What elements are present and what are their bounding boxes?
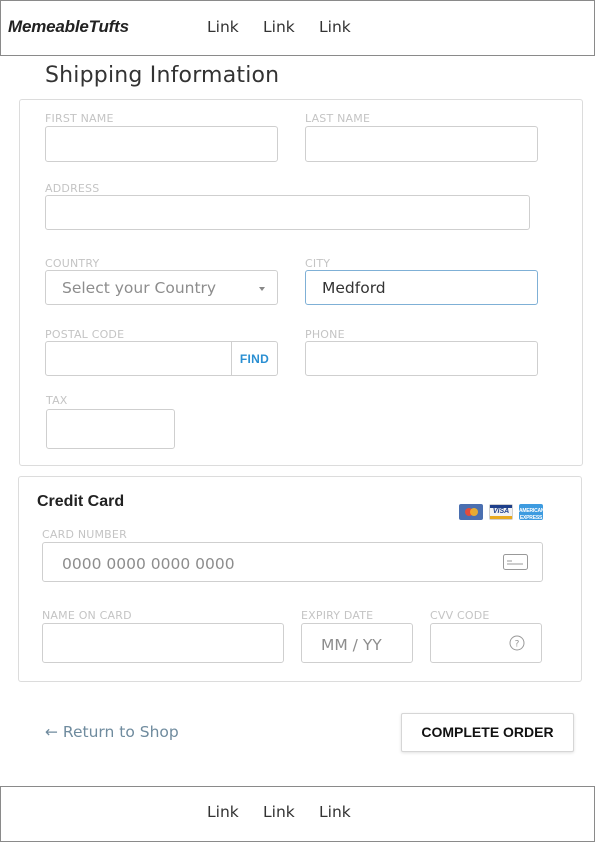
address-label: ADDRESS [45,182,100,195]
visa-icon: VISA [489,504,513,520]
brand-logo[interactable]: MemeableTufts [8,17,129,37]
chevron-down-icon [259,287,265,291]
expiry-date-label: EXPIRY DATE [301,609,374,622]
country-select-placeholder: Select your Country [62,279,217,297]
name-on-card-field[interactable] [42,623,284,663]
address-field[interactable] [45,195,530,230]
first-name-field[interactable] [45,126,278,162]
country-select[interactable]: Select your Country [45,270,278,305]
card-number-field[interactable]: 0000 0000 0000 0000 [42,542,543,582]
nav-link-1[interactable]: Link [207,18,239,36]
credit-card-icon [503,554,528,570]
credit-card-panel: Credit Card VISA AMERICAN EXPRESS CARD N… [18,476,582,682]
nav-link-3[interactable]: Link [319,18,351,36]
city-field[interactable]: Medford [305,270,538,305]
shipping-card: FIRST NAME LAST NAME ADDRESS COUNTRY Sel… [19,99,583,466]
footer-link-3[interactable]: Link [319,803,351,821]
tax-label: TAX [46,394,68,407]
credit-card-title: Credit Card [37,493,125,510]
phone-label: PHONE [305,328,345,341]
postal-code-field[interactable]: FIND [45,341,278,376]
nav-link-2[interactable]: Link [263,18,295,36]
cvv-code-field[interactable]: ? [430,623,542,663]
footer-link-1[interactable]: Link [207,803,239,821]
find-button[interactable]: FIND [231,342,277,375]
card-number-label: CARD NUMBER [42,528,127,541]
last-name-label: LAST NAME [305,112,371,125]
country-label: COUNTRY [45,257,100,270]
card-number-placeholder: 0000 0000 0000 0000 [62,555,235,573]
expiry-date-field[interactable]: MM / YY [301,623,413,663]
first-name-label: FIRST NAME [45,112,114,125]
top-navbar: MemeableTufts Link Link Link [0,0,595,56]
tax-field[interactable] [46,409,175,449]
amex-icon: AMERICAN EXPRESS [519,504,545,521]
page-title: Shipping Information [45,63,280,88]
expiry-date-placeholder: MM / YY [321,636,382,654]
return-to-shop-link[interactable]: ← Return to Shop [45,723,179,741]
name-on-card-label: NAME ON CARD [42,609,132,622]
complete-order-button[interactable]: COMPLETE ORDER [401,713,574,752]
mastercard-icon [459,504,483,520]
footer: Link Link Link [0,786,595,842]
postal-code-label: POSTAL CODE [45,328,125,341]
cvv-code-label: CVV CODE [430,609,490,622]
footer-link-2[interactable]: Link [263,803,295,821]
city-label: CITY [305,257,331,270]
last-name-field[interactable] [305,126,538,162]
phone-field[interactable] [305,341,538,376]
help-icon[interactable]: ? [509,635,525,651]
city-value: Medford [322,279,386,297]
svg-text:?: ? [515,640,520,650]
